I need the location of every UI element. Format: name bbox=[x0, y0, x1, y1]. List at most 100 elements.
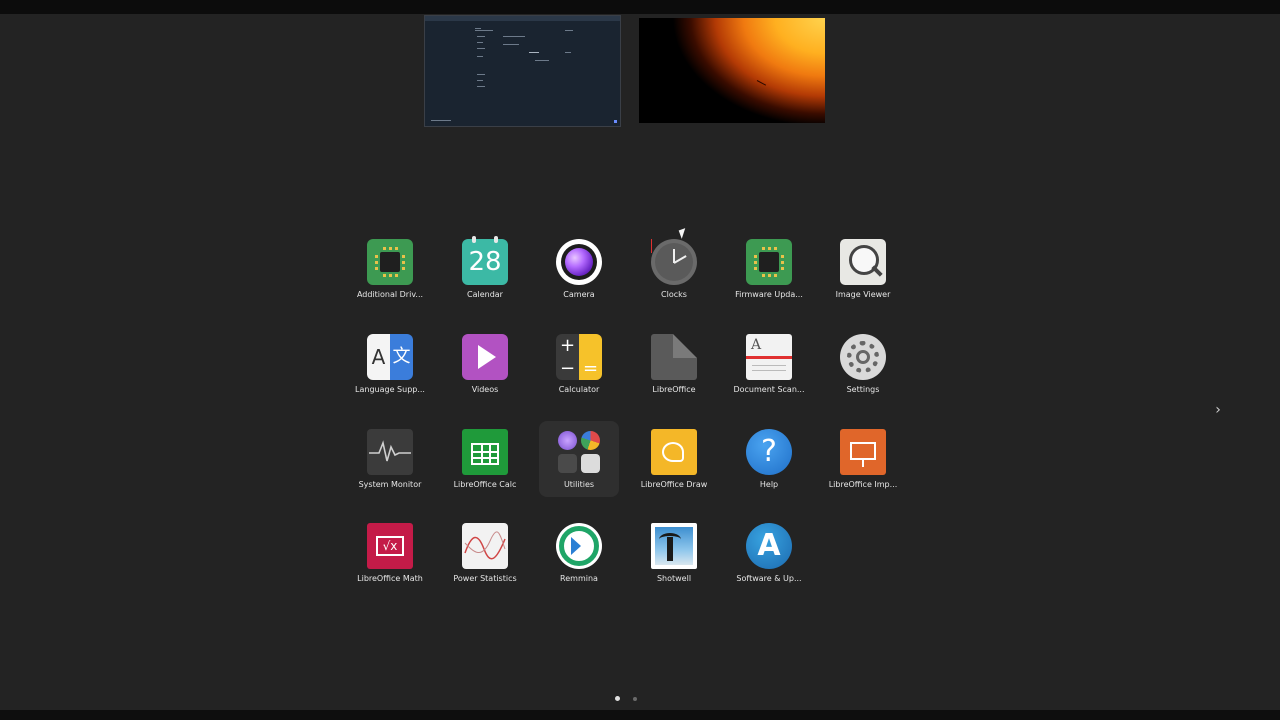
chip-pin bbox=[389, 274, 392, 277]
text-line bbox=[477, 36, 485, 37]
chip-pin bbox=[389, 247, 392, 250]
scanner-glyph: A bbox=[751, 337, 762, 353]
chip-pin bbox=[774, 274, 777, 277]
window-titlebar bbox=[425, 16, 620, 21]
app-label: Image Viewer bbox=[835, 290, 891, 299]
app-tile-language-support[interactable]: A 文 Language Supp... bbox=[350, 326, 430, 402]
plus-key: + bbox=[559, 335, 576, 356]
question-icon: ? bbox=[746, 429, 792, 475]
key bbox=[579, 334, 602, 357]
app-store-icon: A bbox=[746, 523, 792, 569]
scanner-icon: A bbox=[746, 334, 792, 380]
clock-second-hand bbox=[651, 239, 652, 253]
app-label: LibreOffice Calc bbox=[453, 480, 517, 489]
app-tile-power-statistics[interactable]: Power Statistics bbox=[445, 515, 525, 591]
folder-app-icon bbox=[558, 431, 577, 450]
language-icon: A 文 bbox=[367, 334, 413, 380]
remmina-arrow bbox=[571, 537, 581, 555]
clock-icon bbox=[651, 239, 697, 285]
text-line bbox=[477, 86, 485, 87]
app-tile-software-updater[interactable]: A Software & Up... bbox=[729, 515, 809, 591]
chip-pin bbox=[402, 261, 405, 264]
app-label: Camera bbox=[563, 290, 595, 299]
app-tile-clocks[interactable]: Clocks bbox=[634, 231, 714, 307]
play-icon bbox=[462, 334, 508, 380]
next-page-chevron-icon[interactable]: › bbox=[1211, 401, 1225, 419]
app-tile-calculator[interactable]: + − = Calculator bbox=[539, 326, 619, 402]
app-label: Software & Up... bbox=[736, 574, 802, 583]
app-tile-firmware-updater[interactable]: Firmware Upda... bbox=[729, 231, 809, 307]
text-line bbox=[477, 56, 483, 57]
question-glyph: ? bbox=[761, 434, 777, 469]
calendar-icon: 28 bbox=[462, 236, 508, 285]
app-folder-utilities[interactable]: Utilities bbox=[539, 421, 619, 497]
app-label: Utilities bbox=[563, 480, 595, 489]
chip-icon bbox=[746, 239, 792, 285]
chip-pin bbox=[402, 267, 405, 270]
chip-pin bbox=[375, 267, 378, 270]
chip-pin bbox=[402, 255, 405, 258]
language-glyph-cjk: 文 bbox=[390, 334, 413, 380]
language-glyph-latin: A bbox=[367, 334, 390, 380]
play-triangle bbox=[478, 345, 496, 369]
workspace-thumbnails bbox=[424, 14, 826, 128]
app-tile-videos[interactable]: Videos bbox=[445, 326, 525, 402]
app-tile-settings[interactable]: Settings bbox=[823, 326, 903, 402]
app-tile-libreoffice-impress[interactable]: LibreOffice Imp... bbox=[823, 421, 903, 497]
app-tile-libreoffice[interactable]: LibreOffice bbox=[634, 326, 714, 402]
page-dot-active[interactable] bbox=[615, 696, 620, 701]
chip-pin bbox=[781, 255, 784, 258]
app-label: LibreOffice Math bbox=[357, 574, 423, 583]
app-tile-remmina[interactable]: Remmina bbox=[539, 515, 619, 591]
document-icon bbox=[651, 334, 697, 380]
gear-icon bbox=[840, 334, 886, 380]
draw-icon bbox=[651, 429, 697, 475]
chip-die bbox=[759, 252, 779, 272]
chip-icon bbox=[367, 239, 413, 285]
tree-trunk bbox=[667, 537, 673, 561]
remote-desktop-icon bbox=[556, 523, 602, 569]
folder-app-icon bbox=[558, 454, 577, 473]
text-line bbox=[752, 370, 786, 371]
app-label: Videos bbox=[471, 385, 499, 394]
chip-pin bbox=[383, 247, 386, 250]
window-thumbnail-image[interactable] bbox=[639, 18, 825, 123]
text-line bbox=[529, 52, 539, 53]
folder-grid-icon bbox=[556, 429, 602, 475]
app-tile-libreoffice-calc[interactable]: LibreOffice Calc bbox=[445, 421, 525, 497]
chip-pin bbox=[754, 267, 757, 270]
app-label: Power Statistics bbox=[453, 574, 517, 583]
text-line bbox=[477, 48, 485, 49]
app-label: Clocks bbox=[661, 290, 687, 299]
page-dot[interactable] bbox=[633, 696, 637, 701]
app-tile-shotwell[interactable]: Shotwell bbox=[634, 515, 714, 591]
chip-pin bbox=[754, 261, 757, 264]
app-tile-camera[interactable]: Camera bbox=[539, 231, 619, 307]
app-tile-libreoffice-math[interactable]: √x LibreOffice Math bbox=[350, 515, 430, 591]
app-tile-help[interactable]: ? Help bbox=[729, 421, 809, 497]
app-label: Document Scan... bbox=[733, 385, 805, 394]
app-tile-calendar[interactable]: 28 Calendar bbox=[445, 231, 525, 307]
power-graph bbox=[464, 531, 506, 560]
app-tile-libreoffice-draw[interactable]: LibreOffice Draw bbox=[634, 421, 714, 497]
status-indicator bbox=[614, 120, 617, 123]
chip-pin bbox=[768, 247, 771, 250]
app-tile-image-viewer[interactable]: Image Viewer bbox=[823, 231, 903, 307]
text-line bbox=[752, 365, 786, 366]
text-line bbox=[565, 30, 573, 31]
page-fold bbox=[673, 334, 697, 358]
app-label: Settings bbox=[846, 385, 880, 394]
app-label: LibreOffice Imp... bbox=[828, 480, 898, 489]
app-label: Help bbox=[759, 480, 779, 489]
app-tile-document-scanner[interactable]: A Document Scan... bbox=[729, 326, 809, 402]
formula-glyph: √x bbox=[376, 536, 404, 556]
window-thumbnail-terminal[interactable] bbox=[424, 15, 621, 127]
app-label: Additional Driv... bbox=[356, 290, 424, 299]
text-line bbox=[475, 30, 493, 31]
bottom-bar bbox=[0, 710, 1280, 720]
app-tile-additional-drivers[interactable]: Additional Driv... bbox=[350, 231, 430, 307]
minus-key: − bbox=[559, 358, 576, 379]
app-tile-system-monitor[interactable]: System Monitor bbox=[350, 421, 430, 497]
calendar-day: 28 bbox=[468, 247, 502, 277]
app-label: LibreOffice bbox=[652, 385, 696, 394]
